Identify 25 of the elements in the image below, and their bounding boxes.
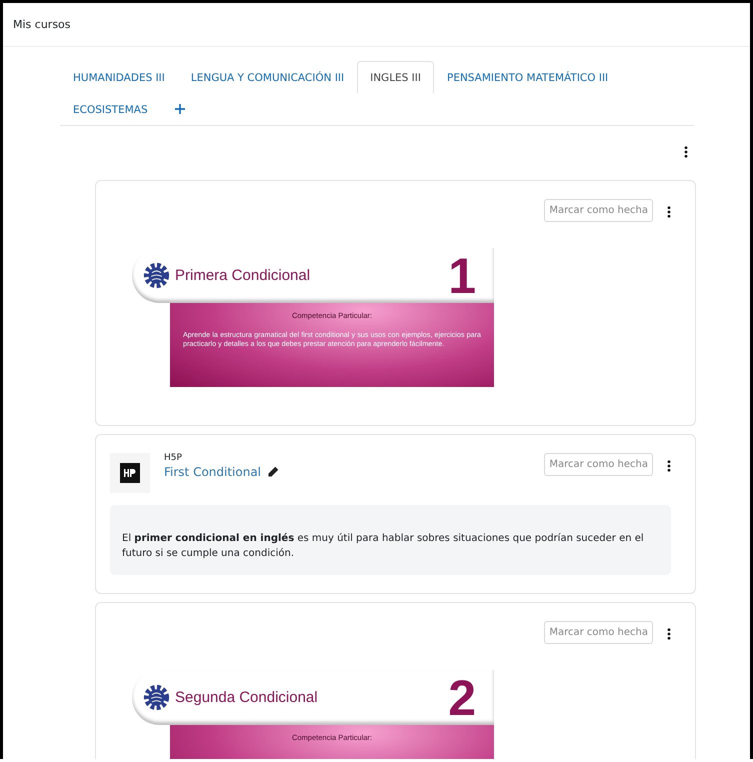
banner-title: Primera Condicional [175, 267, 312, 284]
course-tab[interactable]: INGLES III [357, 61, 434, 93]
course-tab[interactable]: PENSAMIENTO MATEMÁTICO III [434, 61, 622, 93]
pencil-icon[interactable] [267, 466, 280, 478]
page-title: Mis cursos [13, 18, 71, 31]
description-text: El primer condicional en inglés es muy útil para hablar sobres situaciones que podrían suceder en el futuro si se cumple una condición. [122, 533, 644, 559]
banner-number: 2 [448, 672, 476, 722]
banner-title: Segunda Condicional [175, 689, 319, 706]
mark-done-button[interactable]: Marcar como hecha [544, 453, 653, 476]
mark-done-button[interactable]: Marcar como hecha [544, 199, 653, 222]
mark-done-button[interactable]: Marcar como hecha [544, 621, 653, 644]
course-tab[interactable]: HUMANIDADES III [60, 61, 178, 93]
course-tab[interactable]: ECOSISTEMAS [60, 93, 161, 125]
h5p-icon [110, 453, 150, 493]
activity-link[interactable]: First Conditional [164, 465, 262, 479]
more-icon[interactable] [667, 206, 671, 218]
gear-icon [143, 684, 170, 711]
banner-number: 1 [448, 250, 476, 300]
more-icon[interactable] [667, 628, 671, 640]
course-tab[interactable]: LENGUA Y COMUNICACIÓN III [178, 61, 358, 93]
add-icon[interactable] [174, 104, 185, 114]
more-icon[interactable] [667, 460, 671, 472]
activity-type: H5P [164, 453, 183, 463]
gear-icon [143, 262, 170, 289]
more-icon[interactable] [684, 146, 688, 158]
